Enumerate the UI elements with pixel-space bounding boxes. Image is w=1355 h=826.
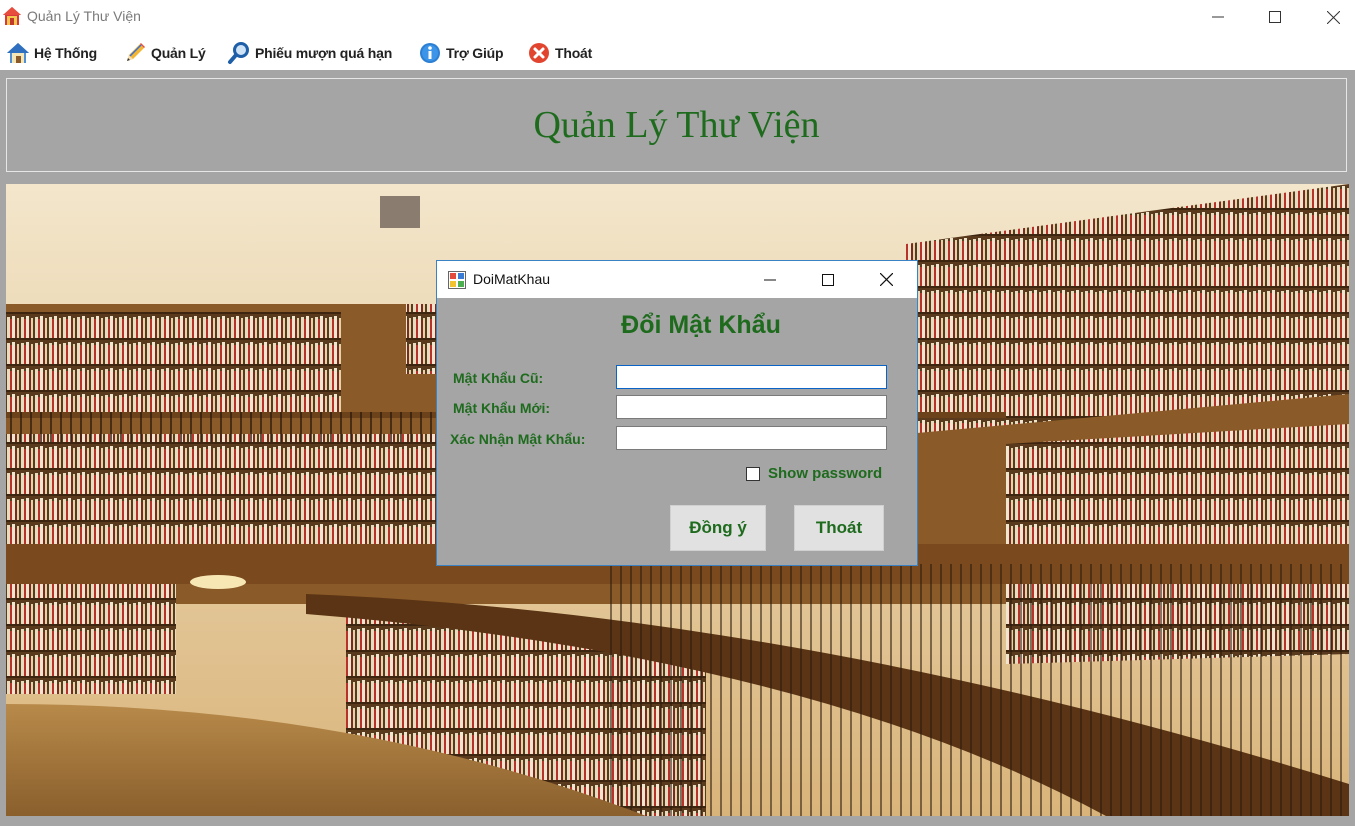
minimize-icon (1212, 16, 1224, 18)
close-icon (1326, 10, 1340, 24)
menu-label: Quản Lý (151, 45, 206, 61)
house-icon (3, 7, 21, 25)
minimize-icon (764, 279, 776, 280)
dialog-title: DoiMatKhau (473, 271, 551, 287)
menu-label: Thoát (555, 45, 593, 61)
menu-phieu-muon-qua-han[interactable]: Phiếu mượn quá hạn (227, 40, 392, 66)
dialog-minimize-button[interactable] (741, 261, 799, 298)
window-titlebar: Quản Lý Thư Viện (0, 0, 1355, 34)
menu-label: Trợ Giúp (446, 45, 504, 61)
confirm-button[interactable]: Đồng ý (670, 505, 766, 551)
confirm-password-label: Xác Nhận Mật Khẩu: (450, 431, 586, 447)
maximize-icon (822, 273, 834, 286)
home-icon (7, 43, 29, 63)
change-password-dialog: DoiMatKhau Đổi Mật Khẩu Mật Khẩu Cũ: Mật… (436, 260, 918, 566)
exit-button[interactable]: Thoát (794, 505, 884, 551)
confirm-password-input[interactable] (616, 426, 887, 450)
maximize-button[interactable] (1252, 0, 1298, 34)
dialog-titlebar: DoiMatKhau (437, 261, 917, 298)
header-panel: Quản Lý Thư Viện (6, 78, 1347, 172)
menu-bar: Hệ Thống Quản Lý Phiếu mượn quá hạn Trợ … (0, 36, 1355, 70)
dialog-close-button[interactable] (857, 261, 915, 298)
show-password-checkbox[interactable] (746, 466, 760, 481)
menu-quan-ly[interactable]: Quản Lý (123, 40, 206, 66)
dialog-heading: Đổi Mật Khẩu (621, 311, 781, 339)
new-password-label: Mật Khẩu Mới: (453, 400, 551, 416)
show-password-label: Show password (768, 465, 883, 482)
page-title: Quản Lý Thư Viện (533, 104, 820, 146)
new-password-input[interactable] (616, 395, 887, 419)
menu-he-thong[interactable]: Hệ Thống (6, 40, 97, 66)
menu-tro-giup[interactable]: Trợ Giúp (418, 40, 504, 66)
window-title: Quản Lý Thư Viện (27, 8, 141, 24)
menu-thoat[interactable]: Thoát (527, 40, 592, 66)
dialog-maximize-button[interactable] (799, 261, 857, 298)
old-password-input[interactable] (616, 365, 887, 389)
close-circle-icon (529, 43, 549, 63)
magnifier-icon (228, 42, 249, 64)
info-icon (420, 43, 440, 63)
close-button[interactable] (1310, 0, 1355, 34)
old-password-label: Mật Khẩu Cũ: (453, 370, 544, 386)
show-password-toggle[interactable]: Show password (746, 465, 882, 482)
menu-label: Phiếu mượn quá hạn (255, 45, 393, 61)
pencil-icon (127, 43, 145, 61)
maximize-icon (1269, 11, 1281, 23)
close-icon (879, 273, 893, 286)
minimize-button[interactable] (1195, 0, 1241, 34)
form-icon (448, 271, 466, 289)
menu-label: Hệ Thống (34, 45, 97, 61)
